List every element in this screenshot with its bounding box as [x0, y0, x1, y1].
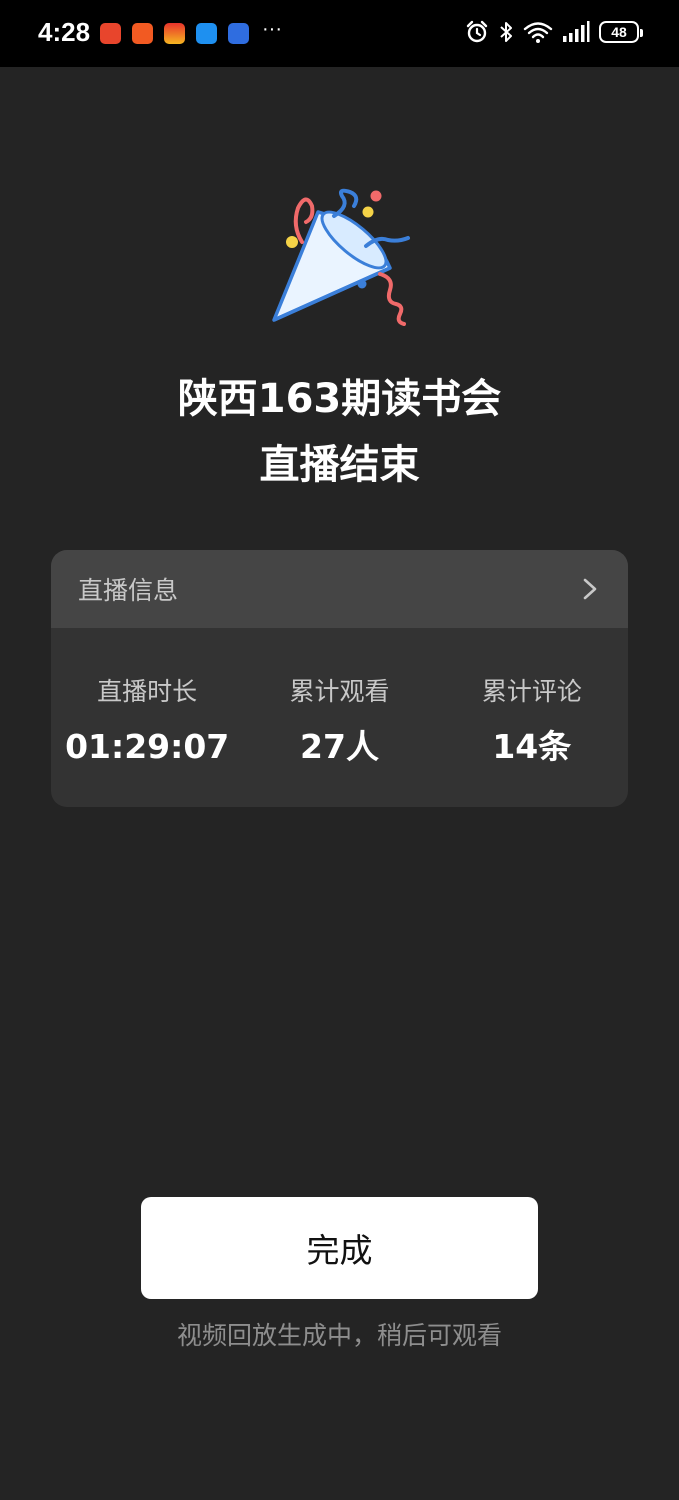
app-icon-gift	[164, 23, 185, 44]
battery-icon: 48	[599, 21, 643, 43]
party-popper-icon	[272, 188, 410, 326]
status-time: 4:28	[38, 17, 91, 47]
live-info-header[interactable]: 直播信息	[51, 550, 628, 628]
stat-duration: 直播时长 01:29:07	[51, 628, 243, 807]
signal-icon	[563, 21, 590, 42]
page-title: 陕西163期读书会 直播结束	[0, 366, 679, 498]
stat-label: 直播时长	[97, 677, 198, 706]
live-info-card: 直播信息 直播时长 01:29:07 累计观看 27人 累计评论 14条	[51, 550, 628, 807]
stat-views: 累计观看 27人	[243, 628, 435, 807]
live-title: 陕西163期读书会	[177, 376, 502, 422]
live-ended-text: 直播结束	[259, 442, 420, 488]
stat-label: 累计评论	[481, 677, 582, 706]
stat-label: 累计观看	[289, 677, 390, 706]
stat-value: 01:29:07	[65, 727, 230, 766]
live-stats: 直播时长 01:29:07 累计观看 27人 累计评论 14条	[51, 628, 628, 807]
notification-app-icons	[100, 23, 249, 44]
status-bar: 4:28 ··· 48	[0, 0, 679, 67]
app-icon-orange	[132, 23, 153, 44]
chevron-right-icon	[583, 578, 597, 600]
replay-hint: 视频回放生成中，稍后可观看	[176, 1321, 502, 1350]
stat-value: 27人	[300, 727, 379, 766]
bluetooth-icon	[500, 22, 512, 42]
live-info-label: 直播信息	[78, 576, 179, 605]
app-icon-blue	[228, 23, 249, 44]
system-icons: 48	[465, 20, 643, 44]
stat-comments: 累计评论 14条	[436, 628, 628, 807]
stat-value: 14条	[492, 727, 572, 766]
app-icon-red	[100, 23, 121, 44]
alarm-icon	[466, 20, 488, 43]
wifi-icon	[523, 22, 553, 43]
done-button[interactable]: 完成	[141, 1197, 538, 1299]
app-icon-message	[196, 23, 217, 44]
more-notifications-icon: ···	[262, 18, 282, 40]
